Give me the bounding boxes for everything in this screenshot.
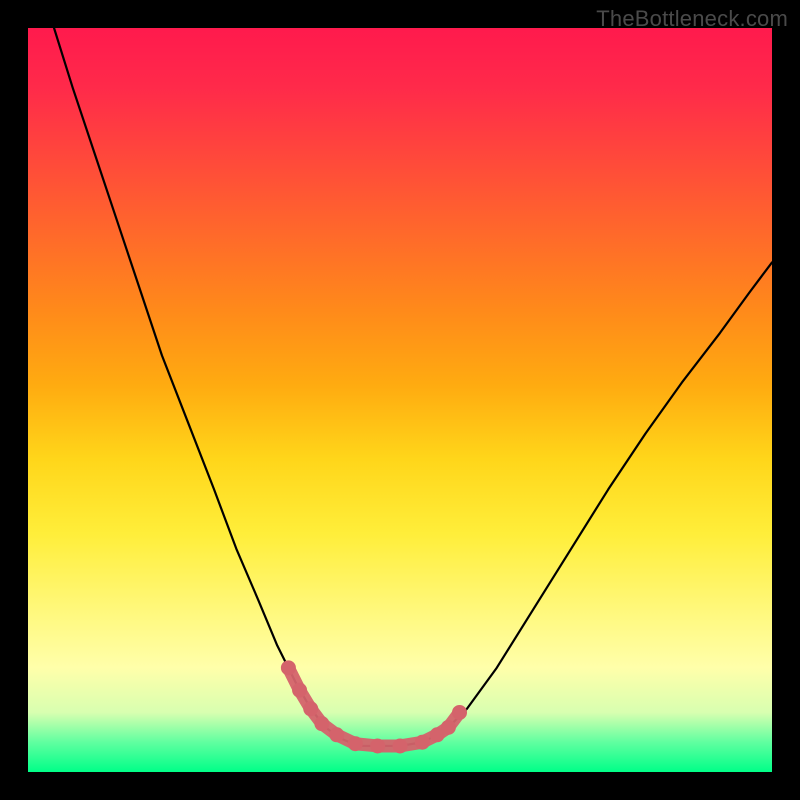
plot-area — [28, 28, 772, 772]
highlight-segment — [281, 660, 467, 753]
watermark-text: TheBottleneck.com — [596, 6, 788, 32]
bottleneck-curve — [54, 28, 772, 746]
curve-layer — [28, 28, 772, 772]
chart-frame: TheBottleneck.com — [0, 0, 800, 800]
